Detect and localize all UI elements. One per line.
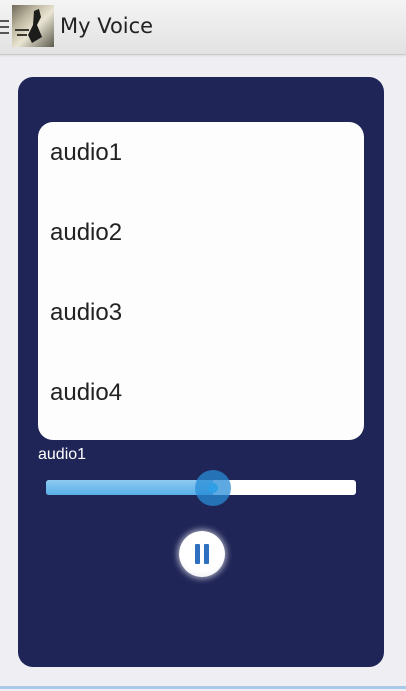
playlist: audio1 audio2 audio3 audio4 [38,122,364,440]
app-logo-icon[interactable] [12,5,54,47]
seek-bar-thumb[interactable] [195,470,231,506]
now-playing-label: audio1 [38,446,87,463]
playlist-item-audio1[interactable]: audio1 [50,138,122,168]
playlist-item-audio3[interactable]: audio3 [50,298,122,328]
bottom-divider [0,686,406,689]
pause-button[interactable] [179,531,225,577]
app-title: My Voice [60,14,154,38]
pause-icon [195,544,210,564]
hamburger-menu-icon[interactable] [0,14,11,40]
playlist-item-audio4[interactable]: audio4 [50,378,122,408]
seek-bar-progress [46,480,213,495]
action-bar: My Voice [0,0,406,55]
playlist-item-audio2[interactable]: audio2 [50,218,122,248]
